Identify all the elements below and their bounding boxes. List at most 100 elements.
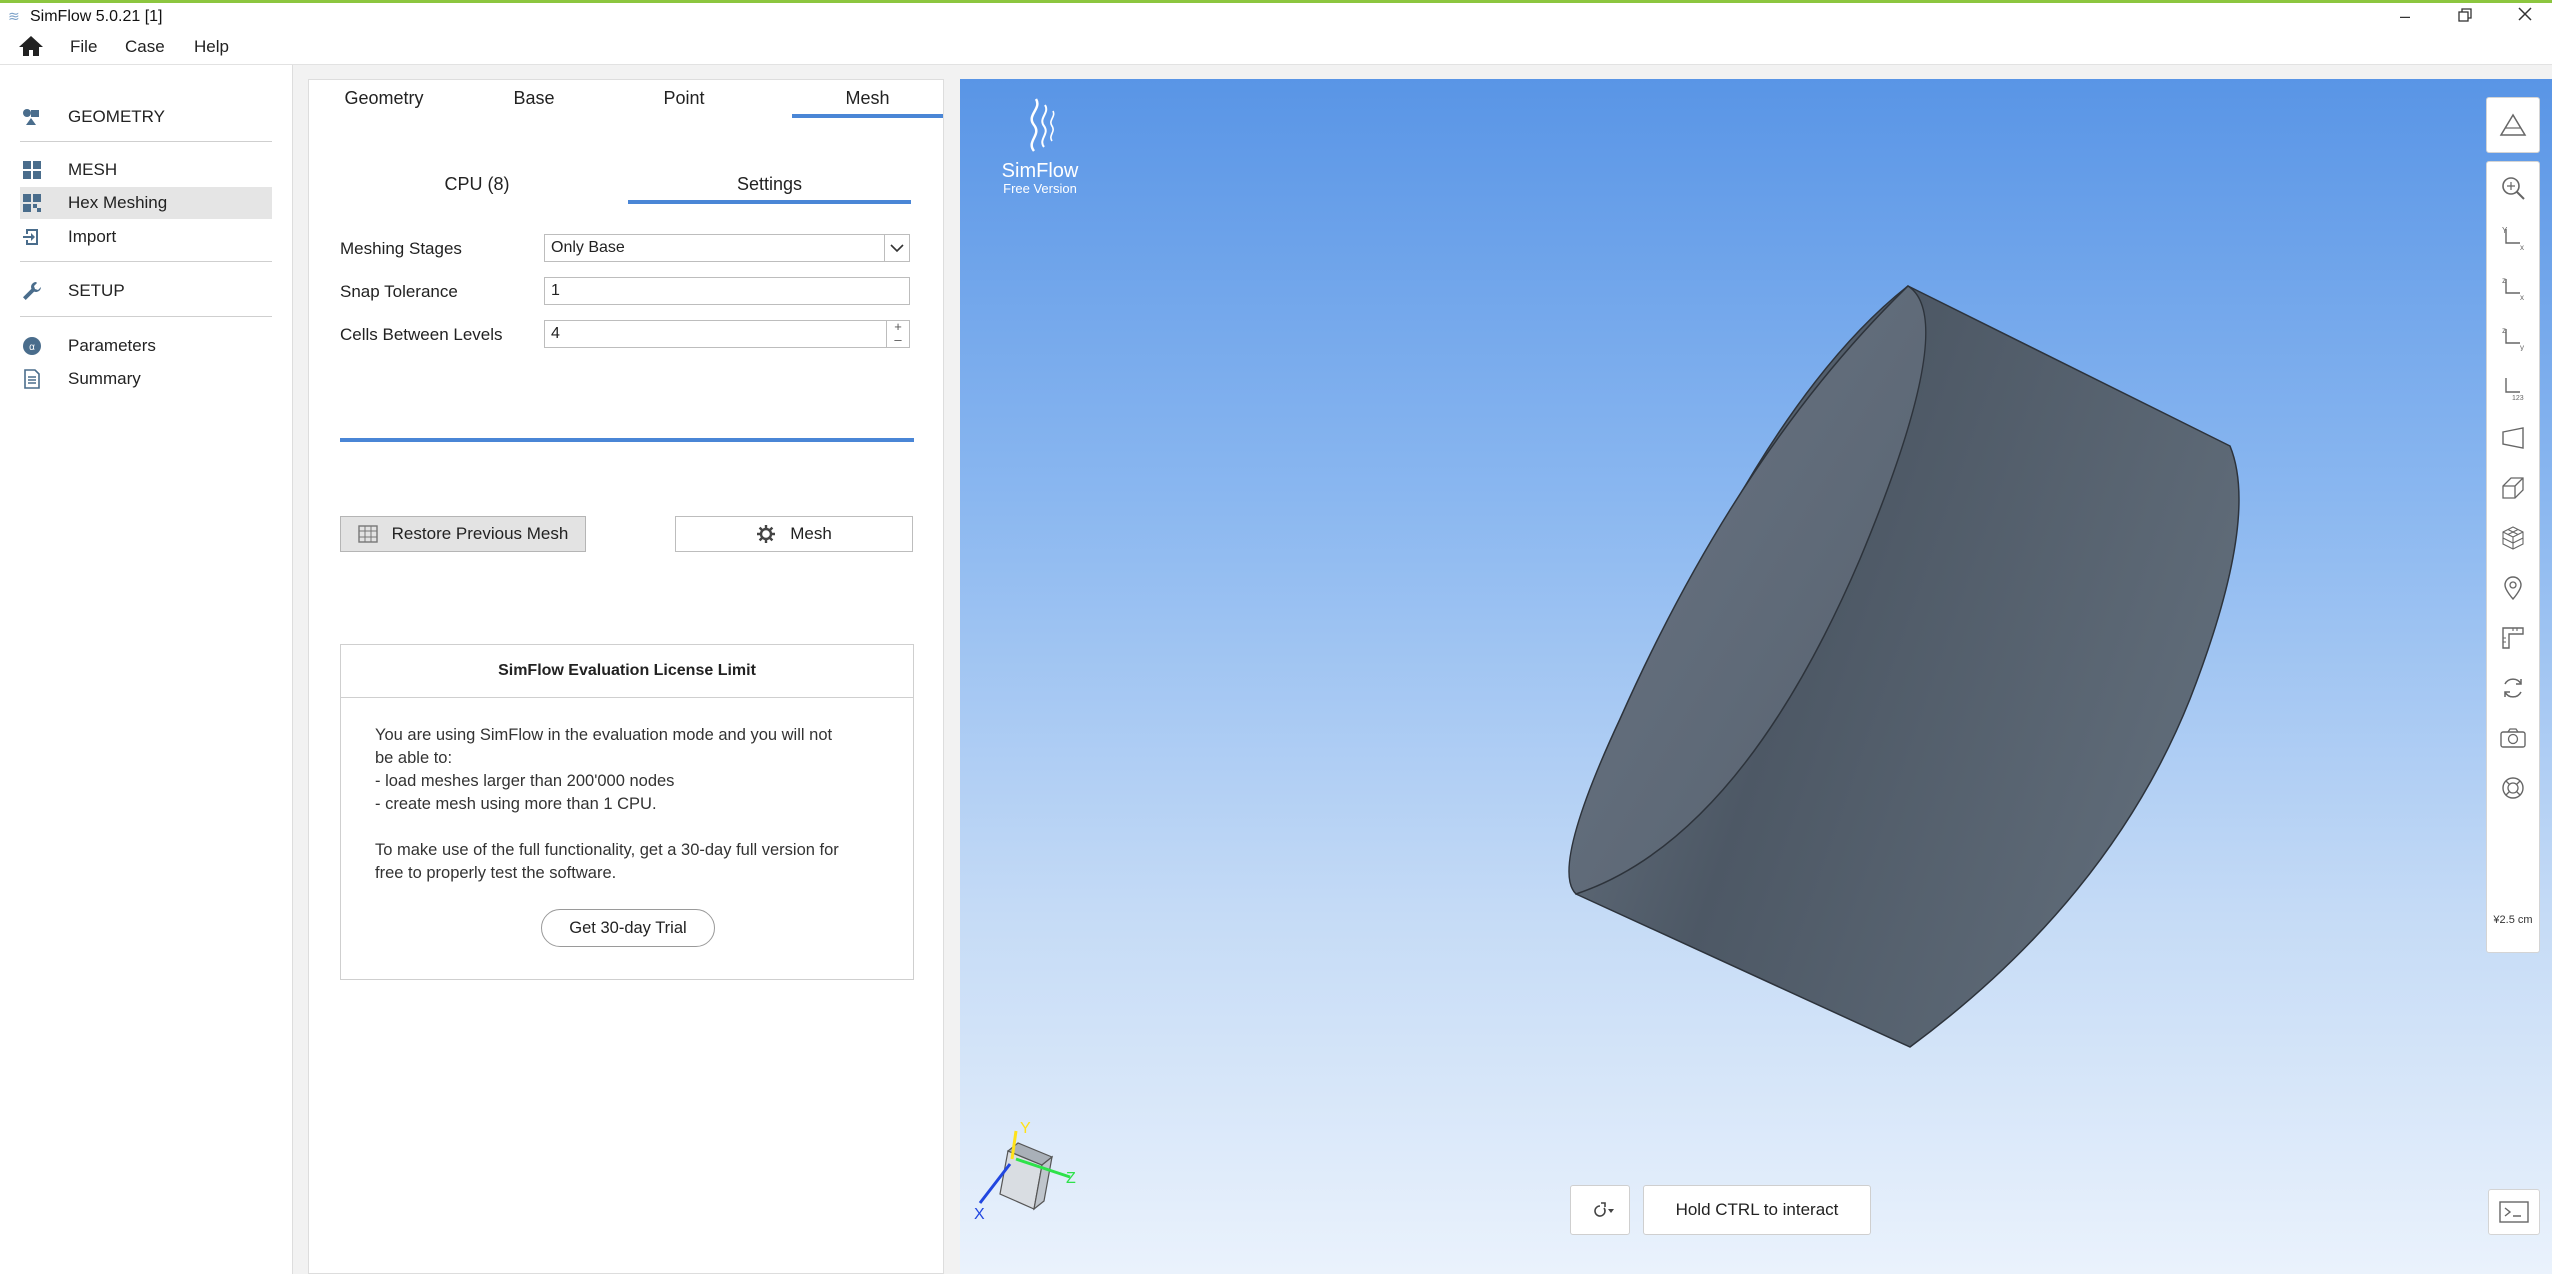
sidebar-label: SETUP [68, 281, 125, 300]
menu-case[interactable]: Case [125, 37, 165, 57]
view-toolbar: Yx zx zy 123 ¥2.5 cm [2486, 161, 2540, 953]
progress-bar [340, 438, 914, 442]
cells-between-levels-value: 4 [551, 325, 560, 342]
camera-icon[interactable] [2487, 714, 2539, 762]
tab-point[interactable]: Point [609, 80, 759, 118]
wrench-icon [20, 279, 44, 303]
rotate-icon[interactable] [2487, 664, 2539, 712]
main-tabs: Geometry Base Point Mesh [309, 80, 943, 118]
axes-123-icon[interactable]: 123 [2487, 364, 2539, 412]
svg-text:z: z [2502, 276, 2506, 285]
triad-y-label: Y [1020, 1120, 1031, 1137]
close-icon [2518, 7, 2532, 21]
chevron-down-icon [884, 235, 909, 261]
svg-text:z: z [2502, 326, 2506, 335]
get-trial-button[interactable]: Get 30-day Trial [541, 909, 715, 947]
sidebar-label: GEOMETRY [68, 107, 165, 126]
perspective-icon[interactable] [2487, 101, 2539, 149]
sidebar-label: Summary [68, 369, 141, 388]
mesh-grid-icon [20, 158, 44, 182]
lifebuoy-icon[interactable] [2487, 764, 2539, 812]
document-icon [20, 367, 44, 391]
license-line [375, 816, 879, 839]
cells-between-levels-label: Cells Between Levels [340, 325, 503, 344]
license-line: You are using SimFlow in the evaluation … [375, 726, 833, 744]
sidebar-item-setup[interactable]: SETUP [20, 275, 272, 307]
parameters-icon: α [20, 334, 44, 358]
restore-button[interactable] [2442, 3, 2488, 31]
stepper-control[interactable]: + – [886, 320, 909, 347]
snap-tolerance-label: Snap Tolerance [340, 282, 458, 301]
meshing-stages-select[interactable]: Only Base [544, 234, 910, 262]
zoom-fit-icon[interactable] [2487, 164, 2539, 212]
license-title: SimFlow Evaluation License Limit [341, 645, 913, 698]
simflow-window: ≋ SimFlow 5.0.21 [1] – File Case Help GE… [0, 0, 2552, 1274]
svg-text:Y: Y [2502, 226, 2508, 235]
license-line: To make use of the full functionality, g… [375, 841, 839, 859]
location-pin-icon[interactable] [2487, 564, 2539, 612]
perspective-toolbar [2486, 97, 2540, 153]
menu-help[interactable]: Help [194, 37, 229, 57]
sidebar-item-geometry[interactable]: GEOMETRY [20, 101, 272, 133]
console-button[interactable] [2488, 1189, 2540, 1235]
license-line: - create mesh using more than 1 CPU. [375, 795, 657, 813]
snap-tolerance-value: 1 [551, 282, 560, 299]
sidebar-label: Hex Meshing [68, 193, 168, 212]
meshing-stages-value: Only Base [551, 239, 625, 256]
sidebar-label: Parameters [68, 336, 156, 355]
tab-mesh[interactable]: Mesh [792, 80, 943, 118]
tab-base[interactable]: Base [459, 80, 609, 118]
svg-text:x: x [2520, 243, 2524, 251]
wireframe-cube-icon[interactable] [2487, 514, 2539, 562]
sidebar-label: MESH [68, 160, 118, 179]
minus-icon[interactable]: – [887, 333, 909, 347]
cells-between-levels-stepper[interactable]: 4 + – [544, 320, 910, 348]
minimize-button[interactable]: – [2382, 3, 2428, 31]
triad-x-label: X [974, 1206, 985, 1223]
view-zx-icon[interactable]: zx [2487, 264, 2539, 312]
rotate-mode-button[interactable] [1570, 1185, 1630, 1235]
license-limit-box: SimFlow Evaluation License Limit You are… [340, 644, 914, 980]
license-line: free to properly test the software. [375, 864, 617, 882]
scale-label: ¥2.5 cm [2493, 914, 2533, 926]
menu-file[interactable]: File [70, 37, 97, 57]
restore-mesh-icon [357, 525, 378, 543]
sidebar-item-import[interactable]: Import [20, 221, 272, 253]
hold-ctrl-button[interactable]: Hold CTRL to interact [1643, 1185, 1871, 1235]
snap-tolerance-input[interactable]: 1 [544, 277, 910, 305]
hex-meshing-icon [20, 191, 44, 215]
title-bar: ≋ SimFlow 5.0.21 [1] – [0, 0, 2552, 30]
gear-icon [756, 524, 776, 544]
tab-geometry[interactable]: Geometry [309, 80, 459, 118]
sidebar-divider [20, 261, 272, 262]
ruler-icon[interactable] [2487, 614, 2539, 662]
svg-text:123: 123 [2512, 395, 2524, 401]
rotate-dropdown-icon [1594, 1202, 1614, 1217]
view-zy-icon[interactable]: zy [2487, 314, 2539, 362]
sidebar-item-parameters[interactable]: α Parameters [20, 330, 272, 362]
mesh-button[interactable]: Mesh [675, 516, 913, 552]
edges-icon[interactable] [2487, 464, 2539, 512]
sidebar-item-mesh[interactable]: MESH [20, 154, 272, 186]
close-button[interactable] [2502, 3, 2548, 31]
menu-bar: File Case Help [0, 30, 2552, 65]
sidebar-item-summary[interactable]: Summary [20, 363, 272, 395]
sidebar-divider [20, 316, 272, 317]
subtab-cpu[interactable]: CPU (8) [340, 168, 614, 204]
license-line: - load meshes larger than 200'000 nodes [375, 772, 675, 790]
settings-panel: Geometry Base Point Mesh CPU (8) Setting… [308, 79, 944, 1274]
subtab-settings[interactable]: Settings [628, 168, 911, 204]
view-xy-icon[interactable]: Yx [2487, 214, 2539, 262]
svg-text:α: α [29, 342, 35, 353]
restore-button-label: Restore Previous Mesh [391, 524, 569, 543]
license-message: You are using SimFlow in the evaluation … [341, 698, 913, 885]
window-title: SimFlow 5.0.21 [1] [30, 8, 163, 25]
sidebar-item-hex-meshing[interactable]: Hex Meshing [20, 187, 272, 219]
axes-triad: Y Z X [974, 1120, 1076, 1223]
plane-icon[interactable] [2487, 414, 2539, 462]
home-button[interactable] [18, 34, 44, 58]
restore-previous-mesh-button[interactable]: Restore Previous Mesh [340, 516, 586, 552]
3d-viewport[interactable]: SimFlow Free Version Y x z x z y 123 ¥2.… [960, 79, 2552, 1274]
cylinder-model [1568, 285, 2240, 1048]
sidebar: GEOMETRY MESH Hex Meshing Import SETUP α… [0, 65, 293, 1274]
